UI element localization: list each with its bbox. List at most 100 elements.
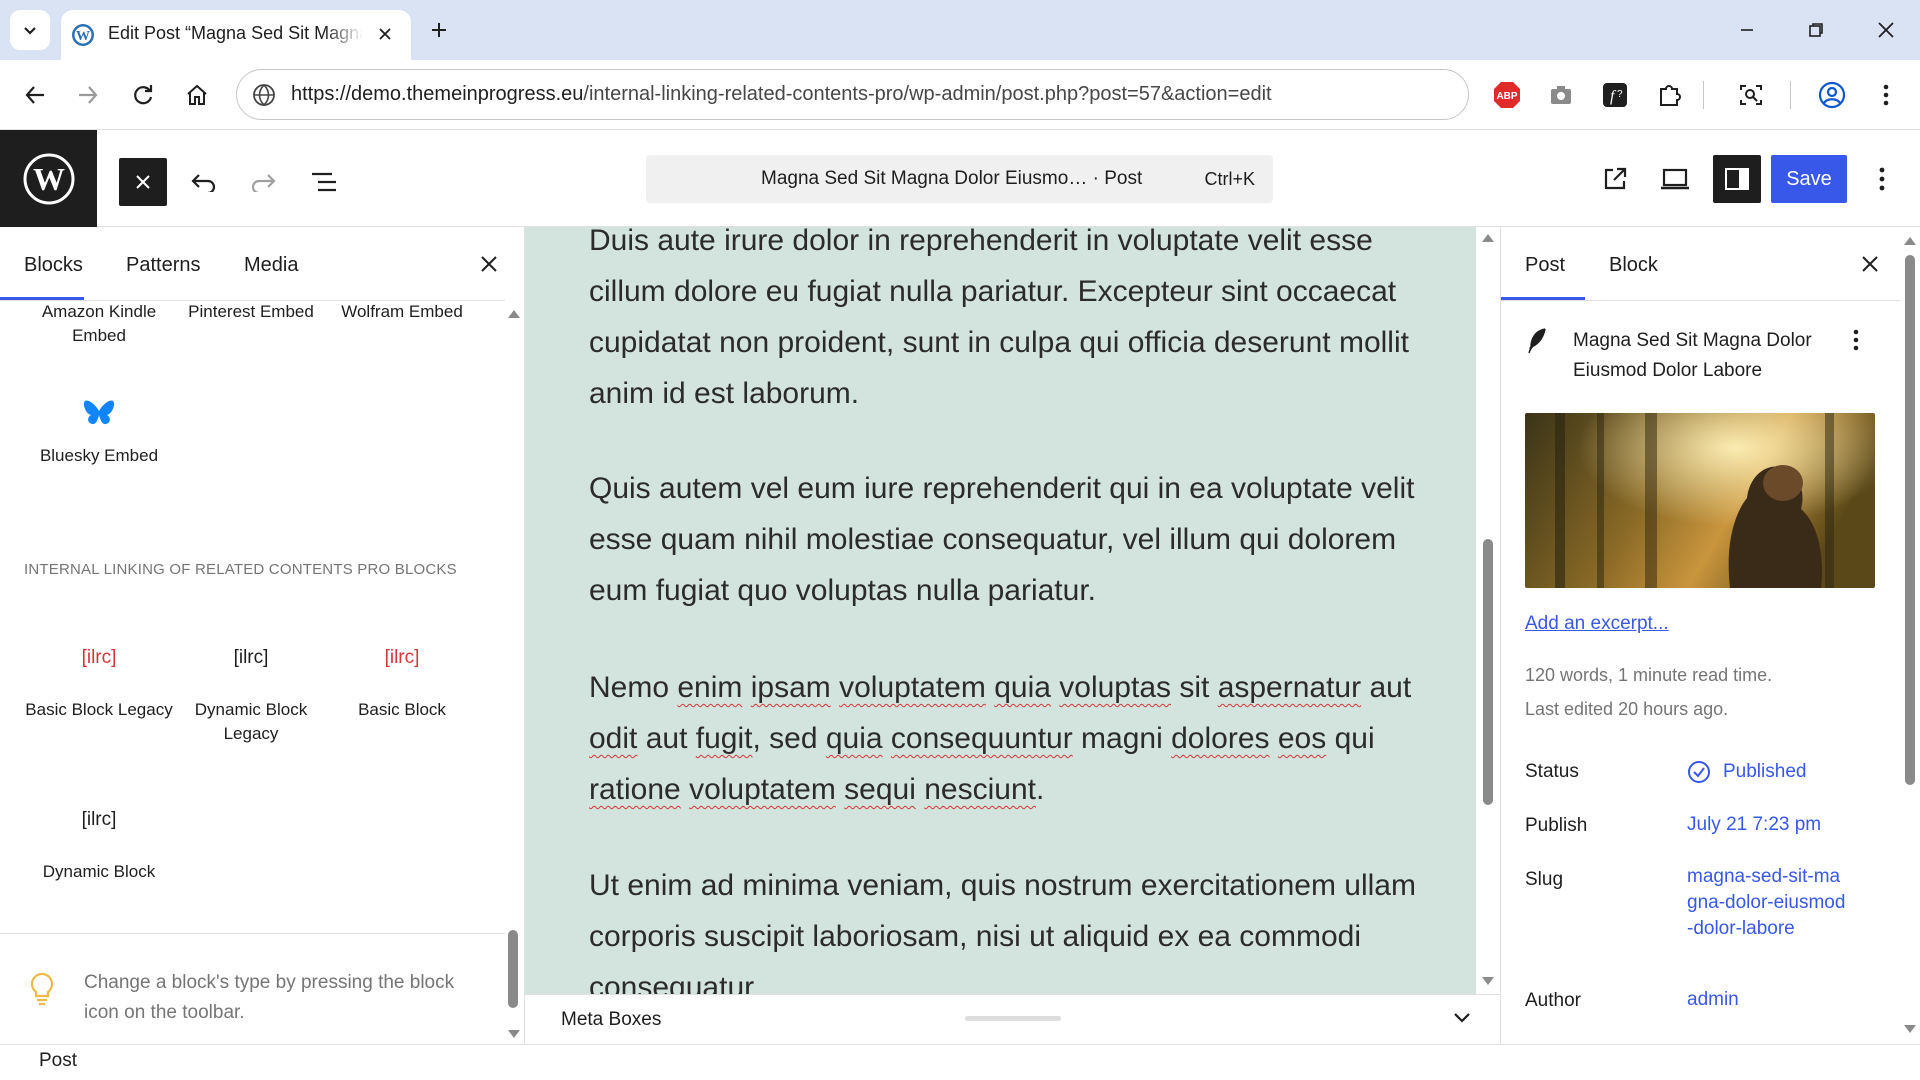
home-button[interactable] [177,75,217,115]
restore-window-button[interactable] [1796,10,1836,50]
tab-block[interactable]: Block [1609,254,1658,277]
featured-image[interactable] [1525,413,1875,588]
external-link-icon [1604,167,1627,190]
document-title: Magna Sed Sit Magna Dolor Eiusmo… · Post [761,168,1143,189]
block-pinterest-embed[interactable]: Pinterest Embed [176,300,326,324]
svg-text:?: ? [1617,89,1623,100]
command-palette-bar[interactable]: Magna Sed Sit Magna Dolor Eiusmo… · Post… [646,155,1273,203]
more-vertical-icon [1879,167,1885,191]
tab-blocks[interactable]: Blocks [24,254,83,277]
close-window-button[interactable] [1866,10,1906,50]
chevron-down-icon[interactable] [1453,1012,1471,1024]
tab-patterns[interactable]: Patterns [126,254,200,277]
word-count: 120 words, 1 minute read time. [1525,665,1773,685]
browser-tab-title: Edit Post “Magna Sed Sit Magna Dolor [108,23,363,43]
adblock-icon: ABP [1494,82,1520,108]
paragraph-block[interactable]: Ut enim ad minima veniam, quis nostrum e… [589,860,1429,994]
close-inserter-button[interactable] [119,158,167,206]
add-excerpt-link[interactable]: Add an excerpt... [1525,613,1669,635]
block-wolfram-embed[interactable]: Wolfram Embed [327,300,477,324]
publish-date-button[interactable]: July 21 7:23 pm [1687,812,1821,838]
slug-button[interactable]: magna-sed-sit-magna-dolor-eiusmod-dolor-… [1687,864,1847,942]
back-button[interactable] [15,75,55,115]
adblock-extension-button[interactable]: ABP [1487,75,1527,115]
paragraph-block[interactable]: Duis aute irure dolor in reprehenderit i… [589,227,1429,419]
paragraph-block[interactable]: Quis autem vel eum iure reprehenderit qu… [589,463,1429,616]
options-menu-button[interactable] [1862,159,1902,199]
block-dynamic-block[interactable]: [ilrc] Dynamic Block [24,809,174,899]
wordpress-logo-button[interactable]: W [0,130,97,227]
arrow-left-icon [25,86,44,104]
site-info-icon[interactable] [251,82,277,108]
undo-button[interactable] [184,162,224,202]
close-icon [136,175,150,189]
list-view-icon [312,172,336,192]
restore-icon [1809,23,1823,37]
lens-button[interactable] [1731,75,1771,115]
block-basic-block[interactable]: [ilrc] Basic Block [327,647,477,747]
forward-button[interactable] [68,75,108,115]
reload-button[interactable] [123,75,163,115]
puzzle-icon [1660,85,1681,106]
close-tab-icon[interactable] [377,26,393,42]
author-label: Author [1525,990,1581,1011]
screenshot-extension-button[interactable] [1541,75,1581,115]
camera-icon [1551,86,1571,104]
minimize-window-button[interactable] [1727,10,1767,50]
section-heading: Internal Linking of Related Contents Pro… [24,561,457,578]
close-icon[interactable] [1861,255,1879,273]
font-extension-button[interactable]: f? [1595,75,1635,115]
resize-handle[interactable] [965,1016,1061,1021]
profile-button[interactable] [1812,75,1852,115]
sidebar-icon [1725,168,1749,190]
address-bar[interactable]: https://demo.themeinprogress.eu/internal… [236,69,1469,120]
extensions-button[interactable] [1650,75,1690,115]
tip-text: Change a block's type by pressing the bl… [84,972,455,1023]
status-button[interactable]: Published [1687,757,1806,787]
block-bluesky-embed[interactable]: Bluesky Embed [24,398,174,488]
settings-scrollbar[interactable] [1900,227,1920,1044]
tab-media[interactable]: Media [244,254,298,277]
new-tab-button[interactable] [419,10,459,50]
block-label: Basic Block [358,700,446,719]
editor-footer: Post [0,1044,1920,1080]
browser-tab-strip: W Edit Post “Magna Sed Sit Magna Dolor [0,0,1920,60]
more-vertical-icon[interactable] [1853,329,1859,351]
paragraph-block[interactable]: Nemo enim ipsam voluptatem quia voluptas… [589,662,1429,815]
view-post-button[interactable] [1595,159,1635,199]
author-button[interactable]: admin [1687,987,1739,1013]
block-label: Bluesky Embed [39,446,159,465]
canvas-scrollbar[interactable] [1476,227,1500,994]
block-label: Dynamic Block Legacy [194,700,308,743]
tab-search-button[interactable] [10,10,50,50]
browser-tab-active[interactable]: W Edit Post “Magna Sed Sit Magna Dolor [61,10,411,60]
inserter-scrollbar[interactable] [505,300,523,1044]
settings-sidebar: Post Block Magna Sed Sit Magna Dolor Eiu… [1500,227,1901,1044]
close-icon[interactable] [480,255,498,273]
device-preview-button[interactable] [1655,159,1695,199]
status-value: Published [1723,761,1807,782]
editor-canvas[interactable]: Duis aute irure dolor in reprehenderit i… [525,227,1476,994]
document-overview-button[interactable] [304,162,344,202]
block-label: Dynamic Block [42,862,156,881]
save-button[interactable]: Save [1771,155,1847,203]
settings-sidebar-toggle[interactable] [1713,155,1761,203]
block-basic-block-legacy[interactable]: [ilrc] Basic Block Legacy [24,647,174,747]
arrow-right-icon [79,86,98,104]
browser-menu-button[interactable] [1866,75,1906,115]
profile-icon [1818,81,1846,109]
svg-text:ABP: ABP [1496,91,1517,102]
post-title[interactable]: Magna Sed Sit Magna Dolor Eiusmod Dolor … [1573,326,1843,386]
block-dynamic-block-legacy[interactable]: [ilrc] Dynamic Block Legacy [176,647,326,747]
tabs-divider [1501,300,1901,301]
redo-button[interactable] [243,162,283,202]
svg-text:W: W [33,161,65,197]
meta-boxes-panel[interactable]: Meta Boxes [525,994,1500,1044]
lightbulb-icon [30,972,54,1006]
ilrc-icon: [ilrc] [81,809,117,830]
butterfly-icon [83,400,115,425]
breadcrumb[interactable]: Post [39,1050,77,1072]
tab-post[interactable]: Post [1525,254,1565,277]
svg-text:W: W [76,29,90,44]
block-amazon-kindle-embed[interactable]: Amazon Kindle Embed [24,300,174,348]
